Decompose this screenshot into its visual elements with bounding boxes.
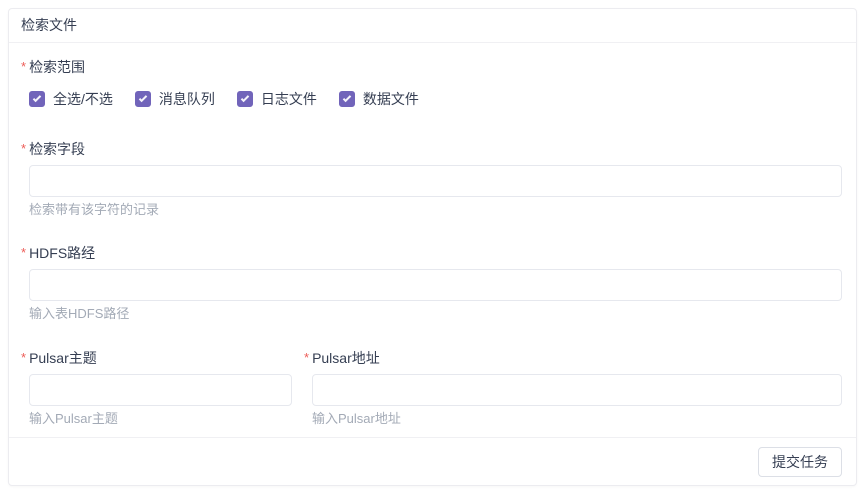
form-item-scope: *检索范围 全选/不选 消息队列 日志文件 数据文件 xyxy=(29,57,842,109)
pulsar-address-label-text: Pulsar地址 xyxy=(312,350,380,366)
required-marker: * xyxy=(304,350,309,365)
checkbox-box[interactable] xyxy=(237,91,253,107)
search-field-label-text: 检索字段 xyxy=(29,141,85,157)
form-item-hdfs-path: *HDFS路经 输入表HDFS路径 xyxy=(29,243,842,323)
checkbox-select-all[interactable]: 全选/不选 xyxy=(29,89,113,109)
search-field-label: *检索字段 xyxy=(21,139,842,160)
scope-label: *检索范围 xyxy=(21,57,842,78)
checkbox-label: 数据文件 xyxy=(363,89,419,109)
required-marker: * xyxy=(21,350,26,365)
checkbox-data-file[interactable]: 数据文件 xyxy=(339,89,419,109)
hdfs-path-label: *HDFS路经 xyxy=(21,243,842,264)
pulsar-address-helper: 输入Pulsar地址 xyxy=(312,410,842,428)
pulsar-address-label: *Pulsar地址 xyxy=(304,348,842,369)
pulsar-topic-label-text: Pulsar主题 xyxy=(29,350,97,366)
pulsar-topic-label: *Pulsar主题 xyxy=(21,348,292,369)
checkbox-label: 日志文件 xyxy=(261,89,317,109)
check-icon xyxy=(343,93,351,101)
search-file-form: *检索范围 全选/不选 消息队列 日志文件 数据文件 xyxy=(9,43,856,428)
card-title: 检索文件 xyxy=(9,9,856,43)
card-footer: 提交任务 xyxy=(9,437,856,485)
form-item-pulsar-topic: *Pulsar主题 输入Pulsar主题 xyxy=(29,348,292,428)
pulsar-address-input[interactable] xyxy=(312,374,842,406)
check-icon xyxy=(241,93,249,101)
hdfs-path-label-text: HDFS路经 xyxy=(29,245,95,261)
form-item-search-field: *检索字段 检索带有该字符的记录 xyxy=(29,139,842,219)
search-field-helper: 检索带有该字符的记录 xyxy=(29,201,842,219)
form-item-pulsar-address: *Pulsar地址 输入Pulsar地址 xyxy=(312,348,842,428)
checkbox-box[interactable] xyxy=(29,91,45,107)
required-marker: * xyxy=(21,141,26,156)
checkbox-box[interactable] xyxy=(135,91,151,107)
checkbox-log-file[interactable]: 日志文件 xyxy=(237,89,317,109)
scope-checkbox-group: 全选/不选 消息队列 日志文件 数据文件 xyxy=(29,89,842,109)
checkbox-label: 全选/不选 xyxy=(53,89,113,109)
required-marker: * xyxy=(21,245,26,260)
checkbox-label: 消息队列 xyxy=(159,89,215,109)
hdfs-path-helper: 输入表HDFS路径 xyxy=(29,305,842,323)
checkbox-message-queue[interactable]: 消息队列 xyxy=(135,89,215,109)
checkbox-box[interactable] xyxy=(339,91,355,107)
search-file-card: 检索文件 *检索范围 全选/不选 消息队列 日志文件 xyxy=(8,8,857,486)
check-icon xyxy=(139,93,147,101)
pulsar-topic-input[interactable] xyxy=(29,374,292,406)
form-row-pulsar: *Pulsar主题 输入Pulsar主题 *Pulsar地址 输入Pulsar地… xyxy=(29,348,842,428)
search-field-input[interactable] xyxy=(29,165,842,197)
scope-label-text: 检索范围 xyxy=(29,59,85,75)
required-marker: * xyxy=(21,59,26,74)
submit-task-button[interactable]: 提交任务 xyxy=(758,447,842,477)
pulsar-topic-helper: 输入Pulsar主题 xyxy=(29,410,292,428)
hdfs-path-input[interactable] xyxy=(29,269,842,301)
check-icon xyxy=(33,93,41,101)
